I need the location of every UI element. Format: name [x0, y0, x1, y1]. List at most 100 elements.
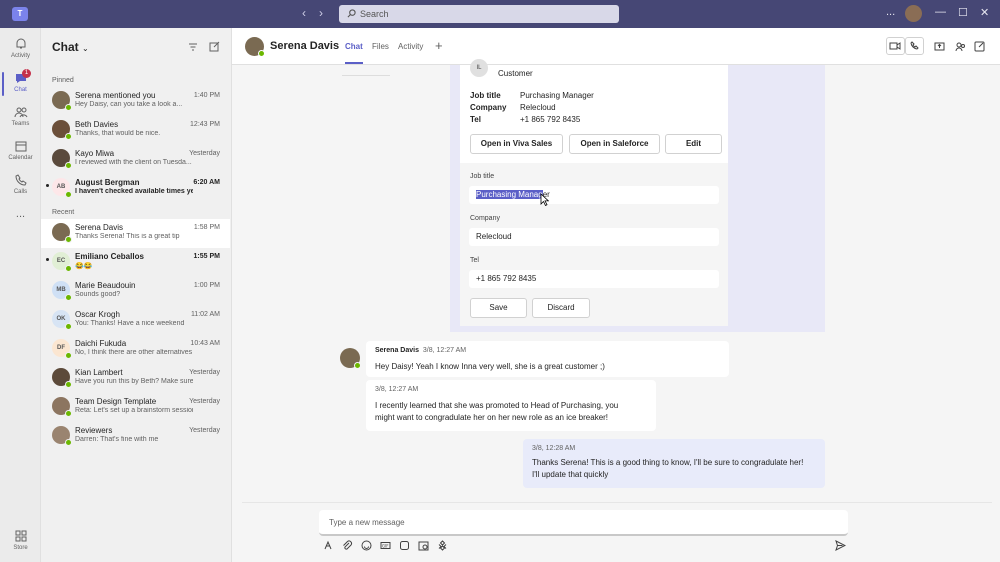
rail-chat[interactable]: 1 Chat	[0, 66, 41, 102]
avatar	[52, 368, 72, 388]
send-icon[interactable]	[835, 540, 846, 551]
rail-teams[interactable]: Teams	[0, 100, 41, 136]
chat-list-title[interactable]: Chat ⌄	[52, 40, 89, 54]
chat-list-item[interactable]: Beth Davies Thanks, that would be nice. 12…	[41, 116, 230, 145]
chat-list-item[interactable]: Serena mentioned you Hey Daisy, can you t…	[41, 87, 230, 116]
audio-call-button[interactable]	[905, 37, 924, 55]
video-icon	[889, 42, 901, 50]
add-tab-icon[interactable]: +	[435, 38, 443, 53]
phone-icon	[14, 174, 27, 186]
search-icon	[347, 9, 356, 18]
close-icon[interactable]: ✕	[980, 6, 989, 19]
chat-name: Kian Lambert	[75, 368, 123, 377]
emoji-icon[interactable]	[361, 540, 372, 551]
chat-list-pane: Chat ⌄ Pinned Serena mentioned you Hey Da…	[41, 28, 232, 562]
chat-list-item[interactable]: Kian Lambert Have you run this by Beth? M…	[41, 364, 230, 393]
teams-logo-icon: T	[12, 7, 28, 21]
company-field[interactable]: Relecloud	[469, 228, 719, 246]
chat-time: 12:43 PM	[190, 121, 220, 128]
save-button[interactable]: Save	[470, 298, 527, 318]
chat-time: 1:55 PM	[193, 253, 220, 260]
video-call-button[interactable]	[886, 37, 905, 55]
gif-icon[interactable]: GIF	[380, 540, 391, 551]
contact-card-message: IL Customer Job title Purchasing Manager …	[450, 59, 825, 332]
chat-name: Marie Beaudouin	[75, 281, 136, 290]
rail-more[interactable]: ...	[0, 208, 41, 244]
chat-preview: Thanks Serena! This is a great tip	[75, 233, 180, 240]
chat-list-item[interactable]: DF Daichi Fukuda No, I think there are oth…	[41, 335, 230, 364]
avatar	[52, 223, 72, 243]
apps-icon[interactable]	[437, 540, 448, 551]
tab-chat[interactable]: Chat	[345, 42, 363, 64]
svg-text:GIF: GIF	[382, 543, 389, 548]
chat-list-item[interactable]: MB Marie Beaudouin Sounds good? 1:00 PM	[41, 277, 230, 306]
open-salesforce-button[interactable]: Open in Saleforce	[569, 134, 660, 154]
rail-calendar[interactable]: Calendar	[0, 134, 41, 170]
chat-preview: I reviewed with the client on Tuesda...	[75, 159, 192, 166]
chat-preview: I haven't checked available times yet	[75, 188, 193, 195]
sticker-icon[interactable]	[399, 540, 410, 551]
app-rail: Activity 1 Chat Teams Calendar Calls ...…	[0, 28, 41, 562]
chat-list-item[interactable]: AB August Bergman I haven't checked availa…	[41, 174, 230, 203]
participants-icon[interactable]	[955, 41, 966, 52]
rail-store[interactable]: Store	[0, 524, 41, 560]
chat-list-item[interactable]: Kayo Miwa I reviewed with the client on T…	[41, 145, 230, 174]
attach-icon[interactable]	[342, 540, 353, 551]
new-chat-icon[interactable]	[209, 41, 220, 52]
chat-list-item[interactable]: Serena Davis Thanks Serena! This is a gre…	[41, 219, 230, 248]
message-bubble[interactable]: 3/8, 12:27 AM I recently learned that sh…	[366, 380, 656, 431]
share-screen-icon[interactable]	[934, 41, 945, 52]
chat-list-item[interactable]: Team Design Template Reta: Let's set up a…	[41, 393, 230, 422]
search-input[interactable]: Search	[339, 5, 619, 23]
chat-time: 10:43 AM	[190, 340, 220, 347]
minimize-icon[interactable]: —	[935, 6, 946, 18]
my-message-bubble[interactable]: 3/8, 12:28 AM Thanks Serena! This is a g…	[523, 439, 825, 488]
pop-out-icon[interactable]	[974, 41, 985, 52]
avatar	[52, 397, 72, 417]
avatar	[52, 426, 72, 446]
schedule-meeting-icon[interactable]	[418, 540, 429, 551]
presence-indicator	[65, 191, 72, 198]
contact-avatar: IL	[470, 59, 488, 77]
pinned-section-label: Pinned	[52, 77, 74, 84]
avatar	[52, 120, 72, 140]
message-bubble[interactable]: Serena Davis 3/8, 12:27 AM Hey Daisy! Ye…	[366, 341, 729, 377]
maximize-icon[interactable]: ☐	[958, 6, 968, 19]
tab-files[interactable]: Files	[372, 42, 389, 51]
teams-icon	[14, 107, 27, 118]
bell-icon	[16, 38, 25, 49]
presence-indicator	[65, 381, 72, 388]
back-arrow-icon[interactable]: ‹	[302, 6, 306, 20]
chevron-down-icon: ⌄	[82, 44, 89, 53]
conversation-area: IL Customer Job title Purchasing Manager …	[232, 59, 1000, 562]
chat-time: 1:58 PM	[193, 224, 220, 231]
rail-activity[interactable]: Activity	[0, 32, 41, 68]
discard-button[interactable]: Discard	[532, 298, 590, 318]
filter-icon[interactable]	[188, 42, 198, 52]
avatar: MB	[52, 281, 72, 301]
avatar: AB	[52, 178, 72, 198]
open-viva-sales-button[interactable]: Open in Viva Sales	[470, 134, 563, 154]
more-options-icon[interactable]: ...	[886, 6, 895, 18]
rail-calls[interactable]: Calls	[0, 168, 41, 204]
forward-arrow-icon[interactable]: ›	[319, 6, 323, 20]
edit-button[interactable]: Edit	[665, 134, 722, 154]
chat-time: 6:20 AM	[193, 179, 220, 186]
chat-list-item[interactable]: OK Oscar Krogh You: Thanks! Have a nice we…	[41, 306, 230, 335]
tel-field[interactable]: +1 865 792 8435	[469, 270, 719, 288]
chat-list-item[interactable]: Reviewers Darren: That's fine with me Yest…	[41, 422, 230, 451]
message-compose-box[interactable]: Type a new message	[319, 510, 848, 536]
chat-time: Yesterday	[189, 398, 220, 405]
contact-role: Customer	[498, 69, 533, 78]
message-timestamp: 3/8, 12:28 AM	[532, 445, 576, 452]
chat-list-item[interactable]: EC Emiliano Ceballos 😂😂 1:55 PM	[41, 248, 230, 277]
tel-label: Tel	[470, 257, 479, 264]
presence-indicator	[258, 50, 265, 57]
avatar[interactable]	[245, 37, 265, 57]
profile-avatar[interactable]	[905, 5, 922, 22]
job-title-field[interactable]: Purchasing Manager	[469, 186, 719, 204]
chat-preview: Darren: That's fine with me	[75, 436, 159, 443]
tab-activity[interactable]: Activity	[398, 42, 423, 51]
format-icon[interactable]	[323, 540, 334, 551]
presence-indicator	[65, 133, 72, 140]
